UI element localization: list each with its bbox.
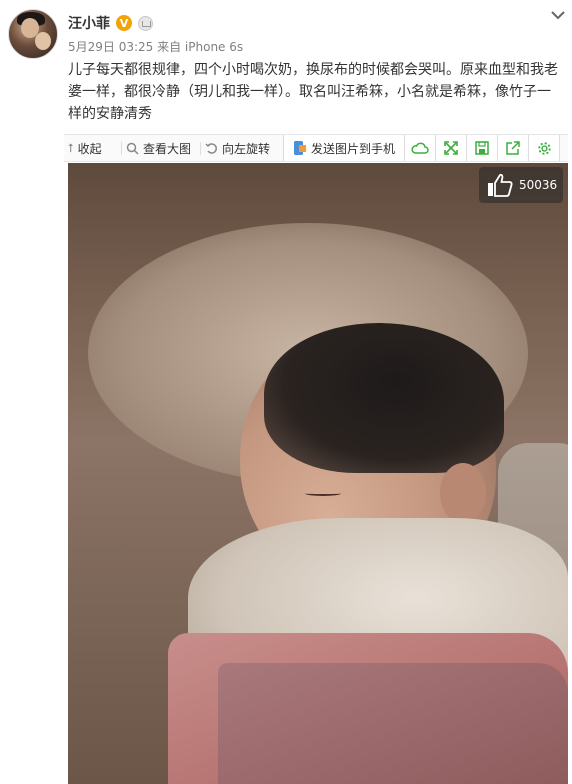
avatar-face-2	[35, 32, 51, 50]
view-large-label: 查看大图	[143, 141, 192, 156]
phone-image-icon	[293, 141, 306, 155]
fullscreen-icon	[444, 141, 458, 155]
chevron-down-icon[interactable]	[550, 9, 566, 21]
rotate-left-label: 向左旋转	[222, 141, 271, 156]
settings-button[interactable]	[529, 135, 560, 161]
send-to-phone-button[interactable]: 发送图片到手机	[283, 135, 405, 161]
toolbar-divider	[200, 142, 201, 155]
rotate-left-button[interactable]: 向左旋转	[205, 135, 270, 161]
avatar[interactable]	[8, 9, 58, 59]
gear-icon	[537, 141, 551, 155]
photo-baby-ear	[440, 463, 486, 523]
share-icon	[506, 141, 520, 155]
save-button[interactable]	[467, 135, 498, 161]
view-large-button[interactable]: 查看大图	[126, 135, 191, 161]
author-name[interactable]: 汪小菲	[68, 13, 110, 33]
like-count: 50036	[519, 178, 558, 192]
photo-pink-wrap-inner	[218, 663, 568, 784]
verified-badge-icon: V	[116, 15, 132, 31]
toolbar-divider	[121, 142, 122, 155]
arrow-up-icon: ⭡	[68, 140, 74, 155]
save-icon	[475, 141, 489, 155]
like-button[interactable]: 50036	[479, 167, 563, 203]
member-crown-icon[interactable]	[138, 15, 153, 31]
collapse-label: 收起	[77, 141, 102, 156]
rotate-left-icon	[205, 142, 217, 154]
post-meta: 5月29日 03:25 来自 iPhone 6s	[68, 40, 244, 54]
photo-baby-eye	[305, 491, 341, 496]
thumbs-up-icon	[488, 173, 513, 197]
post-photo[interactable]	[68, 163, 568, 784]
author-row: 汪小菲 V	[68, 13, 153, 33]
cloud-save-button[interactable]	[405, 135, 436, 161]
cloud-icon	[411, 142, 429, 154]
share-button[interactable]	[498, 135, 529, 161]
post-text: 儿子每天都很规律，四个小时喝次奶，换尿布的时候都会哭叫。原来血型和我老婆一样，都…	[68, 62, 558, 122]
fullscreen-button[interactable]	[436, 135, 467, 161]
collapse-button[interactable]: ⭡ 收起	[68, 135, 102, 161]
send-to-phone-label: 发送图片到手机	[310, 141, 395, 156]
image-toolbar: ⭡ 收起 查看大图 向左旋转 发送图片到手机	[64, 134, 568, 162]
magnifier-icon	[126, 142, 139, 155]
